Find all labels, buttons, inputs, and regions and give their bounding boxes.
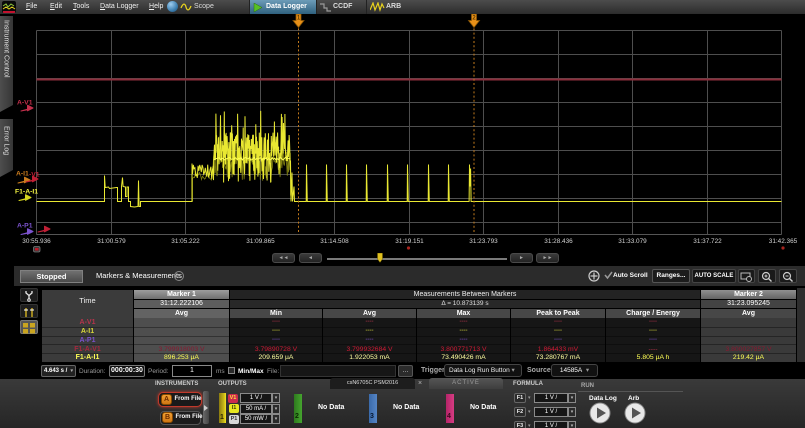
svg-text:A-P1: A-P1 bbox=[17, 223, 33, 230]
svg-text:A-I1: A-I1 bbox=[16, 171, 29, 178]
svg-text:31:37.722: 31:37.722 bbox=[693, 238, 722, 245]
svg-text:31:14.508: 31:14.508 bbox=[320, 238, 349, 245]
svg-text:31:28.436: 31:28.436 bbox=[544, 238, 573, 245]
svg-text:30:55.936: 30:55.936 bbox=[22, 238, 51, 245]
svg-text:31:00.579: 31:00.579 bbox=[97, 238, 126, 245]
svg-text:31:33.079: 31:33.079 bbox=[618, 238, 647, 245]
svg-text:F1-A-I1: F1-A-I1 bbox=[15, 189, 38, 196]
svg-text:31:09.865: 31:09.865 bbox=[246, 238, 275, 245]
svg-text:31:23.793: 31:23.793 bbox=[469, 238, 498, 245]
svg-text:31:19.151: 31:19.151 bbox=[395, 238, 424, 245]
svg-text:A-V1: A-V1 bbox=[17, 100, 33, 107]
svg-text:31:42.365: 31:42.365 bbox=[769, 238, 798, 245]
svg-text:31:05.222: 31:05.222 bbox=[171, 238, 200, 245]
